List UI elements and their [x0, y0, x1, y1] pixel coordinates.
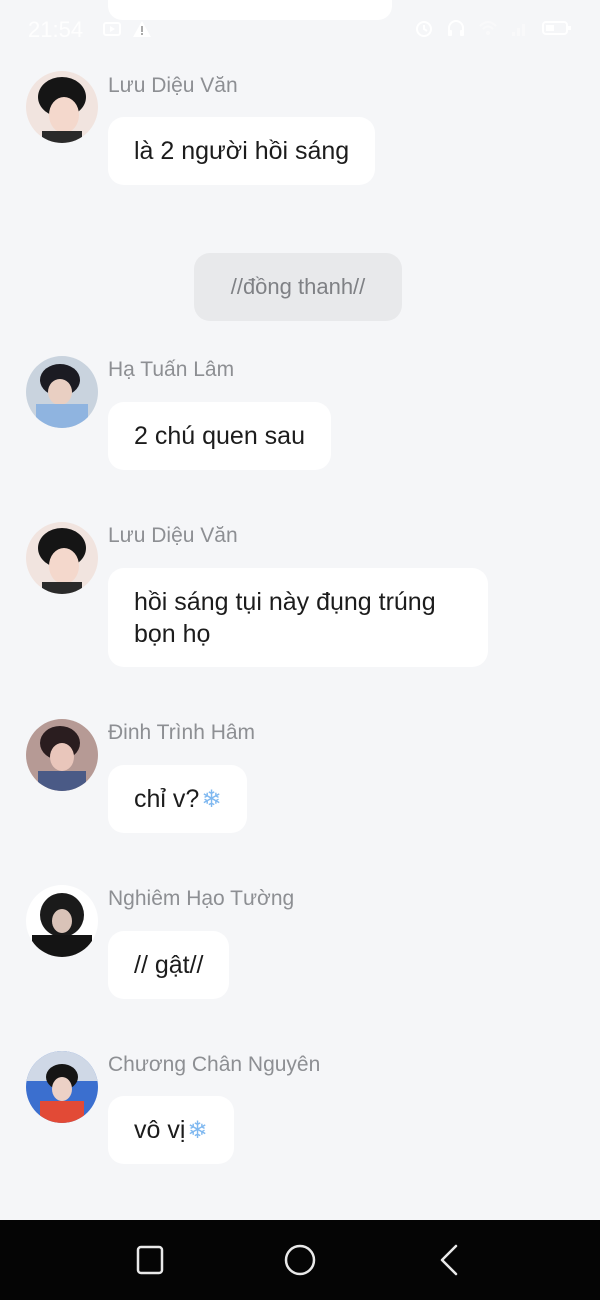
recents-icon[interactable]	[130, 1240, 170, 1280]
alarm-icon	[416, 21, 432, 37]
sender-name: Lưu Diệu Văn	[108, 524, 238, 547]
headphones-icon	[448, 20, 464, 36]
sender-name: Hạ Tuấn Lâm	[108, 358, 235, 381]
back-icon[interactable]	[430, 1240, 470, 1280]
wifi-icon	[479, 21, 497, 35]
avatar[interactable]	[26, 522, 98, 594]
message-bubble[interactable]: 2 chú quen sau	[108, 402, 331, 470]
sender-name: Chương Chân Nguyên	[108, 1053, 321, 1076]
sender-name: Nghiêm Hạo Tường	[108, 887, 295, 910]
avatar[interactable]	[26, 885, 98, 957]
battery-icon	[542, 21, 571, 35]
sender-name: Lưu Diệu Văn	[108, 74, 238, 97]
home-icon[interactable]	[280, 1240, 320, 1280]
message-bubble[interactable]: là 2 người hồi sáng	[108, 117, 376, 185]
video-icon	[103, 22, 121, 36]
message-text: // gật//	[134, 951, 204, 979]
previous-message-bubble[interactable]	[108, 0, 392, 20]
warning-icon	[133, 21, 151, 37]
message-text: hồi sáng tụi này đụng trúng bọn họ	[134, 588, 436, 648]
snowflake-icon: ❄	[201, 786, 222, 813]
status-icons-left	[102, 19, 152, 39]
status-bar: 21:54	[0, 0, 600, 60]
status-icons-right	[414, 18, 572, 38]
status-time: 21:54	[28, 17, 84, 42]
sender-name: Đinh Trình Hâm	[108, 721, 256, 744]
message-text: chỉ v?	[134, 785, 200, 813]
avatar[interactable]	[26, 71, 98, 143]
message-text: là 2 người hồi sáng	[134, 137, 350, 165]
snowflake-icon: ❄	[187, 1117, 208, 1144]
message-text: 2 chú quen sau	[134, 422, 305, 450]
system-note: //đồng thanh//	[194, 253, 402, 321]
message-bubble[interactable]: hồi sáng tụi này đụng trúng bọn họ	[108, 568, 488, 667]
avatar[interactable]	[26, 1051, 98, 1123]
signal-icon	[512, 24, 525, 36]
avatar[interactable]	[26, 356, 98, 428]
avatar[interactable]	[26, 719, 98, 791]
message-bubble[interactable]: chỉ v?❄	[108, 765, 248, 833]
message-bubble[interactable]: // gật//	[108, 931, 230, 999]
navigation-bar	[0, 1220, 600, 1300]
message-text: vô vị	[134, 1116, 186, 1144]
message-bubble[interactable]: vô vị❄	[108, 1096, 234, 1164]
